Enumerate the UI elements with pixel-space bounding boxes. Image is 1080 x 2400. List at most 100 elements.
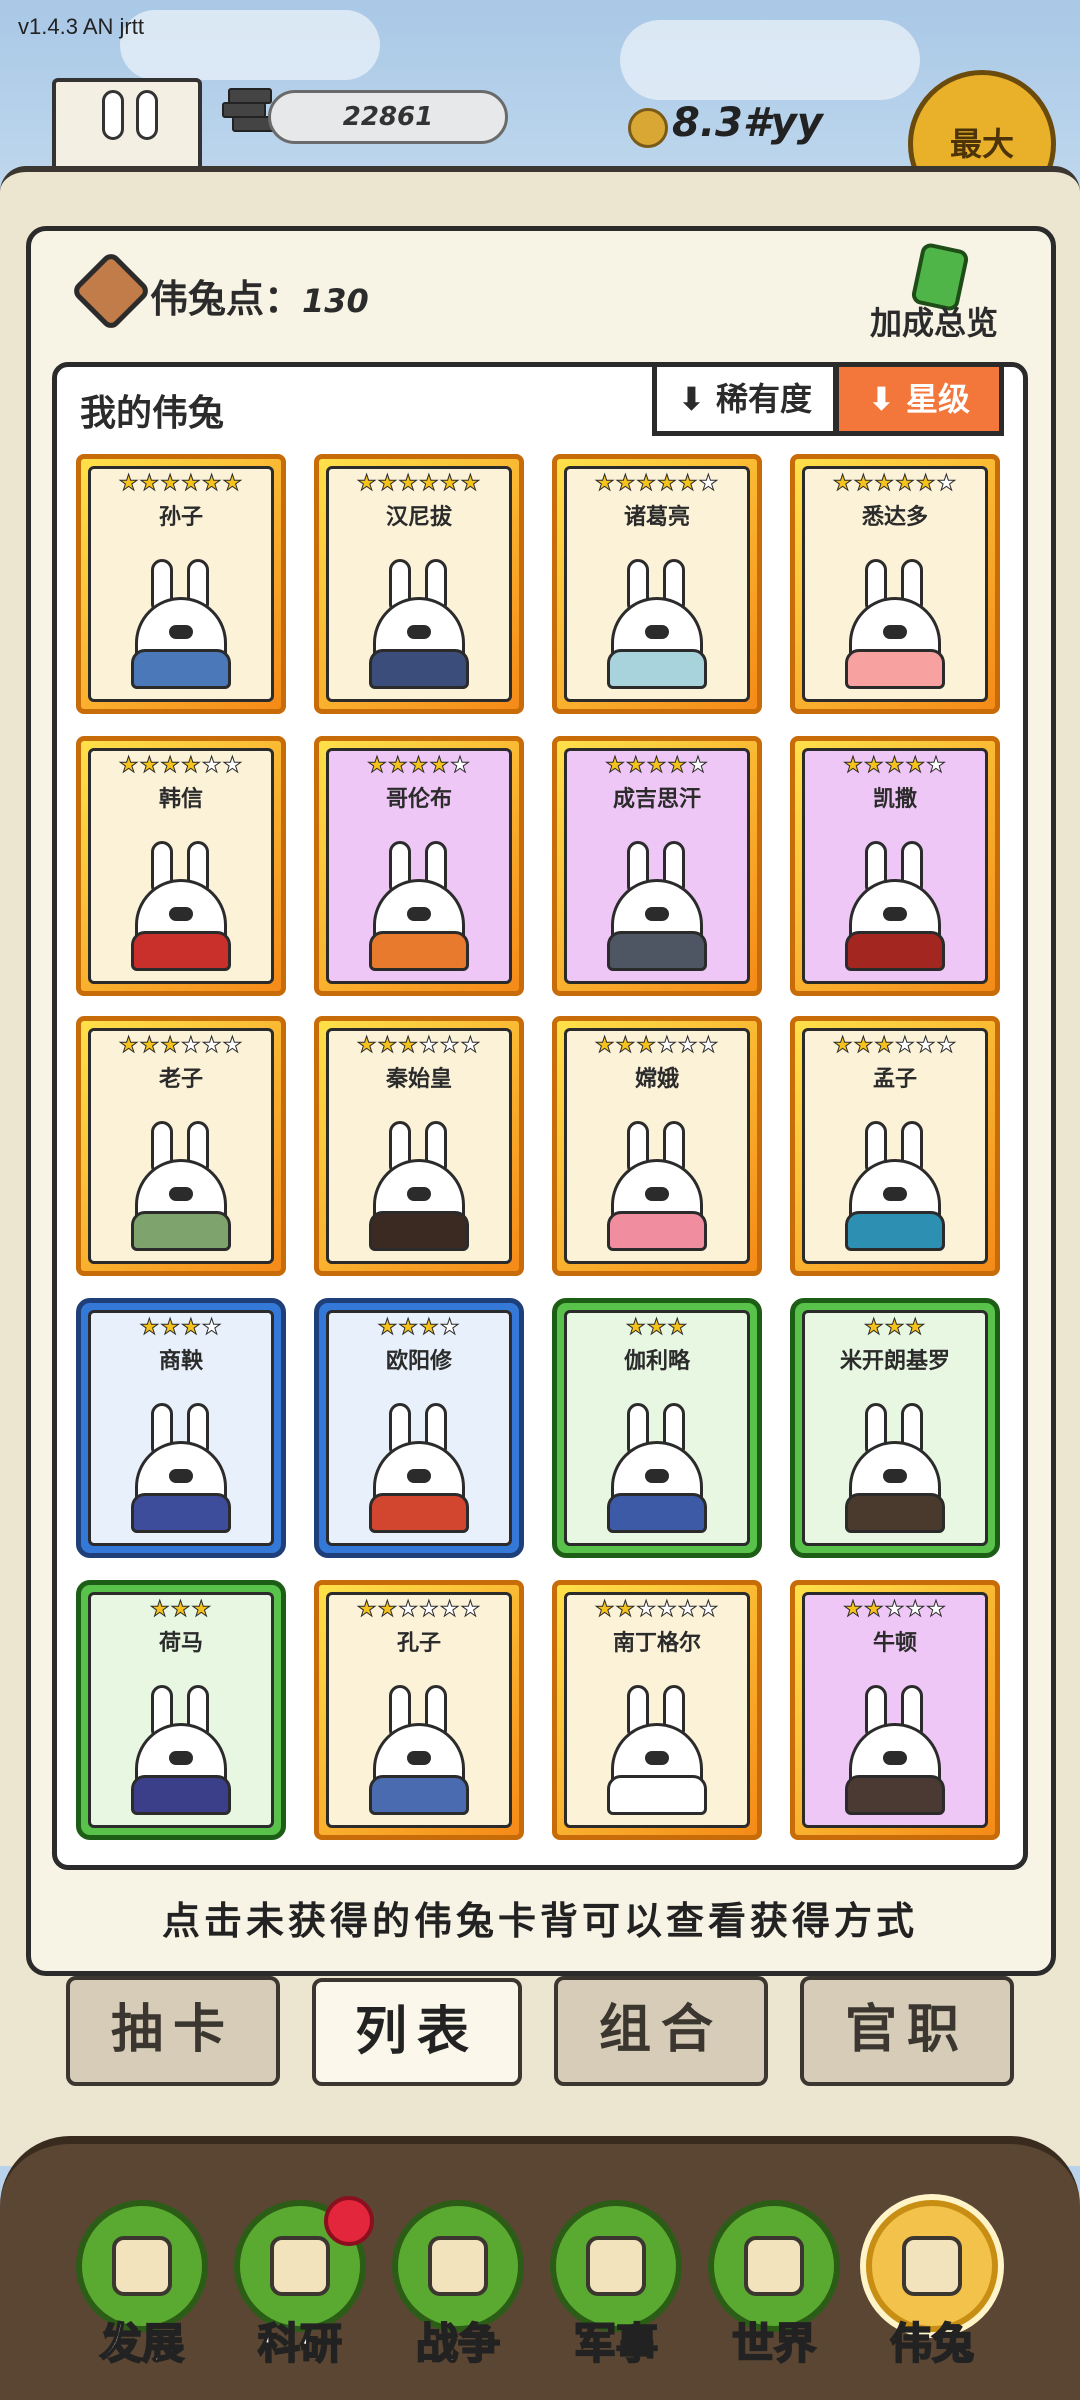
tab-official-rank[interactable]: 官职	[800, 1976, 1014, 2086]
gold-coin-icon	[628, 108, 668, 148]
rabbit-card[interactable]: ★★★★★ 凯撒	[790, 736, 1000, 996]
star-rating: ★★★★★★	[567, 471, 747, 497]
star-icon: ★	[657, 1033, 678, 1059]
star-icon: ★	[832, 471, 854, 497]
card-face: ★★★★★★ 汉尼拔	[326, 466, 512, 702]
rabbit-card[interactable]: ★★★★★ 哥伦布	[314, 736, 524, 996]
rabbit-card[interactable]: ★★★★ 欧阳修	[314, 1298, 524, 1558]
star-icon: ★	[439, 1033, 461, 1059]
star-icon: ★	[843, 753, 864, 779]
star-icon: ★	[222, 753, 244, 779]
star-icon: ★	[450, 753, 471, 779]
star-icon: ★	[657, 1597, 678, 1623]
star-icon: ★	[439, 1315, 461, 1341]
sort-star-label: 星级	[905, 380, 970, 418]
tab-draw-card[interactable]: 抽卡	[66, 1976, 280, 2086]
star-icon: ★	[222, 1033, 244, 1059]
star-icon: ★	[594, 1597, 616, 1623]
card-name: 嫦娥	[634, 1067, 679, 1092]
rabbit-portrait-icon	[121, 1685, 241, 1815]
star-icon: ★	[936, 471, 958, 497]
star-rating: ★★★★★	[805, 753, 985, 779]
rabbit-portrait-icon	[359, 1403, 479, 1533]
star-icon: ★	[377, 1315, 399, 1341]
rabbit-portrait-icon	[597, 841, 717, 971]
sort-rarity-label: 稀有度	[715, 380, 812, 418]
star-rating: ★★★★★★	[567, 1033, 747, 1059]
rabbit-card[interactable]: ★★★ 米开朗基罗	[790, 1298, 1000, 1558]
nav-item[interactable]: 发展	[72, 2200, 212, 2400]
nav-item[interactable]: 世界	[704, 2200, 844, 2400]
rabbit-card[interactable]: ★★★ 伽利略	[552, 1298, 762, 1558]
card-name: 韩信	[158, 787, 203, 812]
tab-list[interactable]: 列表	[312, 1978, 522, 2086]
rabbit-card[interactable]: ★★★★★ 牛顿	[790, 1580, 1000, 1840]
rabbit-card[interactable]: ★★★★★★ 孟子	[790, 1016, 1000, 1276]
nav-item[interactable]: 战争	[388, 2200, 528, 2400]
star-icon: ★	[853, 471, 875, 497]
rabbit-card[interactable]: ★★★★★★ 老子	[76, 1016, 286, 1276]
star-rating: ★★★	[805, 1315, 985, 1341]
hint-text: 点击未获得的伟兔卡背可以查看获得方式	[161, 1899, 918, 1943]
rabbit-card[interactable]: ★★★★★★ 诸葛亮	[552, 454, 762, 714]
star-icon: ★	[439, 471, 461, 497]
sort-by-rarity-button[interactable]: ⬇ 稀有度	[652, 362, 838, 436]
star-rating: ★★★★★★	[91, 471, 271, 497]
rabbit-card[interactable]: ★★★★★★ 南丁格尔	[552, 1580, 762, 1840]
rabbit-portrait-icon	[835, 1685, 955, 1815]
gold-counter: 8.3#yy	[672, 100, 823, 146]
star-icon: ★	[356, 1597, 378, 1623]
rabbit-portrait-icon	[359, 1121, 479, 1251]
card-face: ★★★★★★ 孔子	[326, 1592, 512, 1828]
rabbit-card[interactable]: ★★★★★★ 秦始皇	[314, 1016, 524, 1276]
rabbit-card[interactable]: ★★★★★★ 汉尼拔	[314, 454, 524, 714]
notification-badge	[324, 2196, 374, 2246]
star-icon: ★	[160, 1033, 181, 1059]
nav-item[interactable]: 伟兔	[862, 2200, 1002, 2400]
card-name: 孟子	[872, 1067, 917, 1092]
star-icon: ★	[118, 1033, 140, 1059]
star-rating: ★★★★★★	[91, 1033, 271, 1059]
rabbit-card[interactable]: ★★★★★★ 孔子	[314, 1580, 524, 1840]
rabbit-card[interactable]: ★★★★★★ 嫦娥	[552, 1016, 762, 1276]
rabbit-card[interactable]: ★★★★★★ 悉达多	[790, 454, 1000, 714]
card-name: 哥伦布	[385, 787, 452, 812]
rabbit-card[interactable]: ★★★★★★ 孙子	[76, 454, 286, 714]
card-name: 欧阳修	[385, 1349, 452, 1374]
star-icon: ★	[605, 753, 626, 779]
star-icon: ★	[439, 1597, 461, 1623]
card-name: 商鞅	[158, 1349, 203, 1374]
rabbit-card[interactable]: ★★★★★ 成吉思汗	[552, 736, 762, 996]
nav-item[interactable]: 军事	[546, 2200, 686, 2400]
nav-label: 战争	[415, 2318, 501, 2369]
star-icon: ★	[615, 1033, 637, 1059]
tab-combination[interactable]: 组合	[554, 1976, 768, 2086]
card-name: 米开朗基罗	[839, 1349, 950, 1374]
star-rating: ★★★★★★	[329, 1597, 509, 1623]
star-icon: ★	[429, 753, 451, 779]
rabbit-card[interactable]: ★★★ 荷马	[76, 1580, 286, 1840]
star-icon: ★	[201, 1033, 223, 1059]
rabbit-card[interactable]: ★★★★★★ 韩信	[76, 736, 286, 996]
star-icon: ★	[615, 1597, 637, 1623]
star-icon: ★	[615, 471, 637, 497]
sort-by-star-button[interactable]: ⬇ 星级	[834, 362, 1004, 436]
star-icon: ★	[398, 1315, 419, 1341]
star-icon: ★	[377, 471, 399, 497]
star-icon: ★	[698, 471, 720, 497]
rabbit-portrait-icon	[597, 1403, 717, 1533]
star-icon: ★	[356, 1033, 378, 1059]
rabbit-portrait-icon	[121, 1121, 241, 1251]
star-icon: ★	[181, 471, 202, 497]
star-icon: ★	[139, 1033, 161, 1059]
star-rating: ★★★★★★	[91, 753, 271, 779]
card-face: ★★★ 荷马	[88, 1592, 274, 1828]
card-face: ★★★★★ 成吉思汗	[564, 748, 750, 984]
bonus-overview-button[interactable]: 加成总览	[870, 298, 998, 344]
card-face: ★★★★★★ 南丁格尔	[564, 1592, 750, 1828]
star-icon: ★	[191, 1597, 213, 1623]
star-icon: ★	[905, 1597, 927, 1623]
rabbit-card[interactable]: ★★★★ 商鞅	[76, 1298, 286, 1558]
star-icon: ★	[926, 1597, 947, 1623]
star-icon: ★	[149, 1597, 171, 1623]
